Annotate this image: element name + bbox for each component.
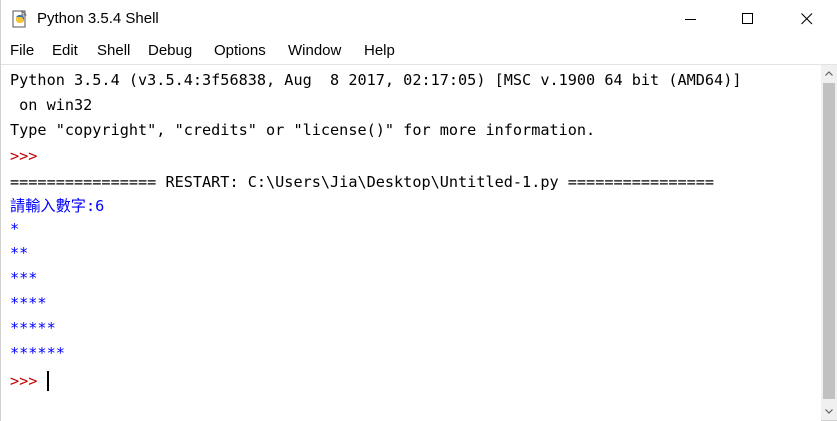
output-line: *** <box>10 269 38 287</box>
scroll-thumb[interactable] <box>823 83 835 399</box>
scroll-down-button[interactable] <box>821 403 837 420</box>
menu-help[interactable]: Help <box>364 42 395 59</box>
menu-shell[interactable]: Shell <box>97 42 130 59</box>
banner-line-3: Type "copyright", "credits" or "license(… <box>10 121 596 139</box>
maximize-icon <box>742 13 753 24</box>
output-line: * <box>10 220 20 238</box>
scroll-up-button[interactable] <box>821 65 837 82</box>
menu-bar: File Edit Shell Debug Options Window Hel… <box>1 38 837 64</box>
input-prompt-line: 請輸入數字:6 <box>10 197 105 215</box>
restart-line: ================ RESTART: C:\Users\Jia\D… <box>10 173 715 191</box>
text-cursor <box>47 371 49 391</box>
banner-line-2: on win32 <box>10 96 93 114</box>
idle-shell-window: Python 3.5.4 Shell File Edit Shell Debug… <box>0 0 837 421</box>
banner-line-1: Python 3.5.4 (v3.5.4:3f56838, Aug 8 2017… <box>10 71 742 89</box>
maximize-button[interactable] <box>725 0 771 38</box>
close-button[interactable] <box>784 0 830 38</box>
menu-file[interactable]: File <box>10 42 34 59</box>
shell-text-area[interactable]: Python 3.5.4 (v3.5.4:3f56838, Aug 8 2017… <box>1 65 821 421</box>
active-prompt: >>> <box>10 372 47 390</box>
title-bar[interactable]: Python 3.5.4 Shell <box>1 0 837 38</box>
window-title: Python 3.5.4 Shell <box>37 10 159 27</box>
menu-debug[interactable]: Debug <box>148 42 192 59</box>
python-idle-icon <box>12 10 27 28</box>
menu-window[interactable]: Window <box>288 42 341 59</box>
close-icon <box>801 13 813 25</box>
vertical-scrollbar[interactable] <box>821 65 837 420</box>
menu-options[interactable]: Options <box>214 42 266 59</box>
chevron-down-icon <box>825 409 833 414</box>
minimize-button[interactable] <box>668 0 714 38</box>
menu-edit[interactable]: Edit <box>52 42 78 59</box>
output-line: **** <box>10 294 47 312</box>
chevron-up-icon <box>825 71 833 76</box>
output-line: ***** <box>10 319 56 337</box>
output-line: ** <box>10 244 29 262</box>
shell-prompt: >>> <box>10 147 47 165</box>
minimize-icon <box>685 19 696 20</box>
output-line: ****** <box>10 344 65 362</box>
